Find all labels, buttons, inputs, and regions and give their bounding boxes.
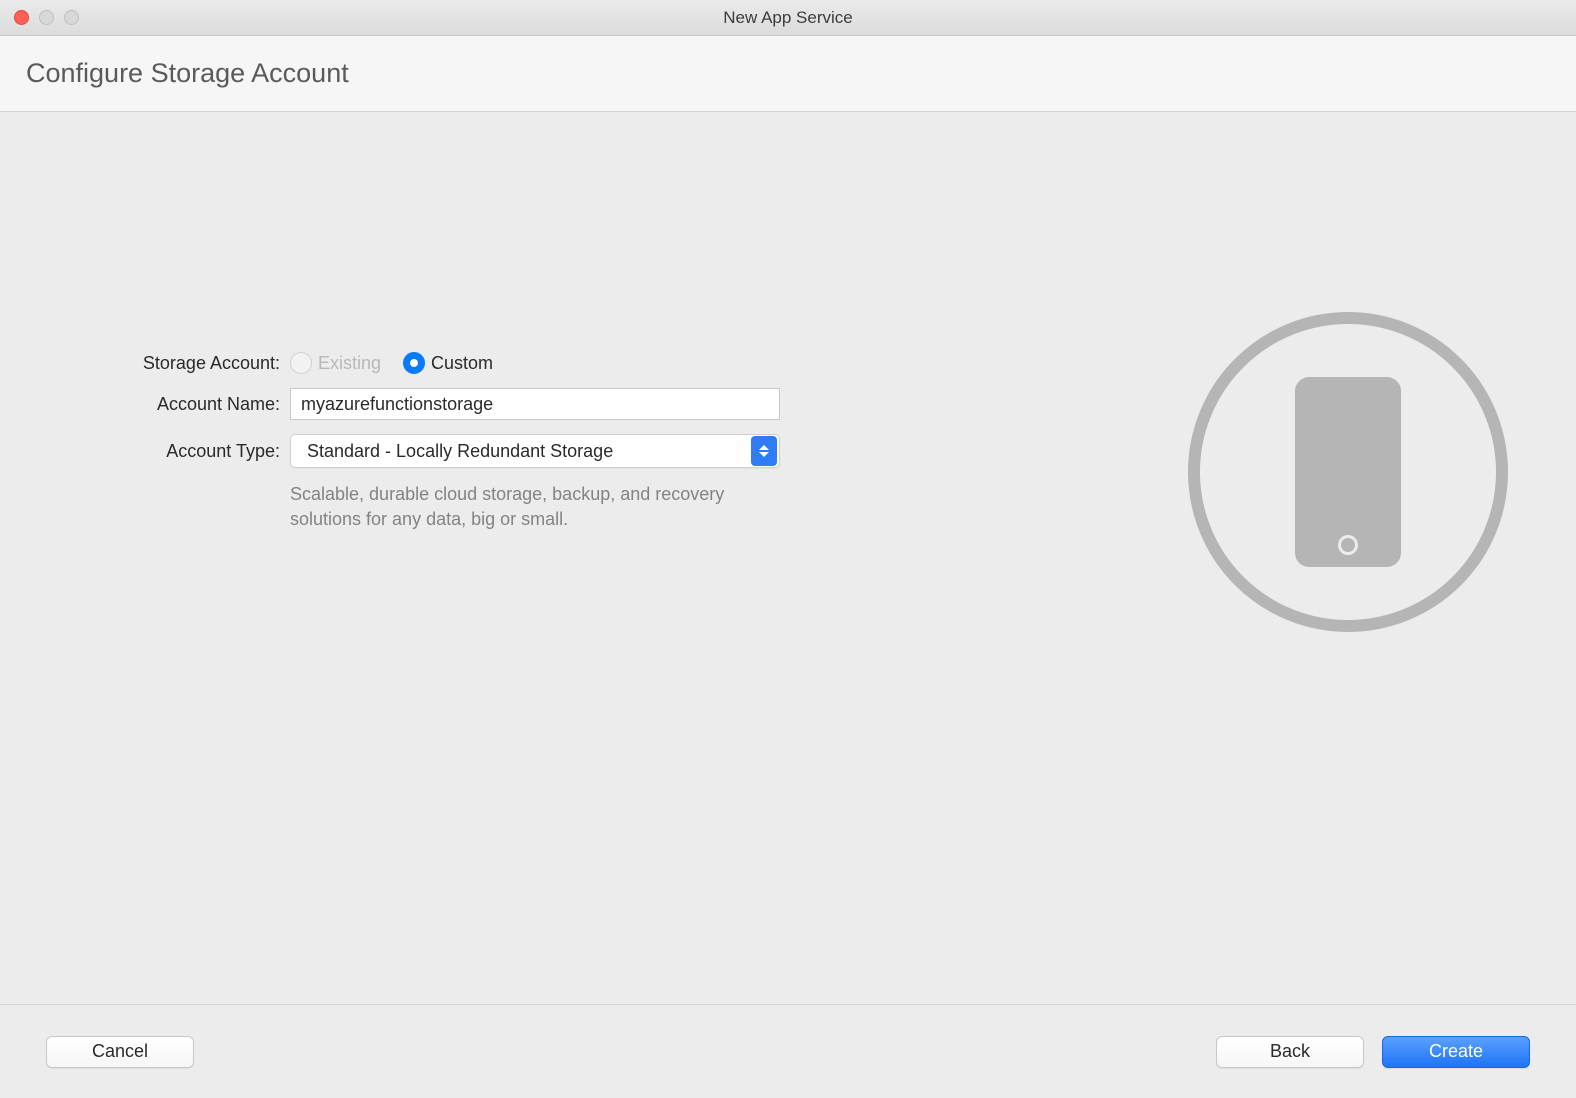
account-type-select[interactable]: Standard - Locally Redundant Storage <box>290 434 780 468</box>
storage-account-radio-group: Existing Custom <box>290 352 493 374</box>
radio-circle-icon <box>403 352 425 374</box>
close-icon[interactable] <box>14 10 29 25</box>
radio-circle-icon <box>290 352 312 374</box>
phone-illustration-icon <box>1188 312 1508 632</box>
account-name-row: Account Name: <box>48 388 900 420</box>
account-name-label: Account Name: <box>48 394 290 415</box>
content-area: Storage Account: Existing Custom Acco <box>0 112 1576 1004</box>
chevron-up-down-icon <box>751 436 777 466</box>
dialog-window: New App Service Configure Storage Accoun… <box>0 0 1576 1098</box>
window-title: New App Service <box>723 8 852 28</box>
footer: Cancel Back Create <box>0 1004 1576 1098</box>
create-button[interactable]: Create <box>1382 1036 1530 1068</box>
radio-dot-icon <box>410 359 418 367</box>
radio-custom-label: Custom <box>431 353 493 374</box>
storage-account-row: Storage Account: Existing Custom <box>48 352 900 374</box>
radio-custom[interactable]: Custom <box>403 352 493 374</box>
account-type-label: Account Type: <box>48 441 290 462</box>
radio-existing: Existing <box>290 352 381 374</box>
page-title: Configure Storage Account <box>26 58 1550 89</box>
minimize-icon <box>39 10 54 25</box>
cancel-button[interactable]: Cancel <box>46 1036 194 1068</box>
form: Storage Account: Existing Custom Acco <box>0 112 900 1004</box>
account-name-input[interactable] <box>290 388 780 420</box>
radio-existing-label: Existing <box>318 353 381 374</box>
storage-account-label: Storage Account: <box>48 353 290 374</box>
account-type-description: Scalable, durable cloud storage, backup,… <box>290 482 790 532</box>
account-type-row: Account Type: Standard - Locally Redunda… <box>48 434 900 468</box>
maximize-icon <box>64 10 79 25</box>
page-header: Configure Storage Account <box>0 36 1576 112</box>
titlebar: New App Service <box>0 0 1576 36</box>
window-controls <box>14 10 79 25</box>
account-type-value: Standard - Locally Redundant Storage <box>291 441 751 462</box>
back-button[interactable]: Back <box>1216 1036 1364 1068</box>
